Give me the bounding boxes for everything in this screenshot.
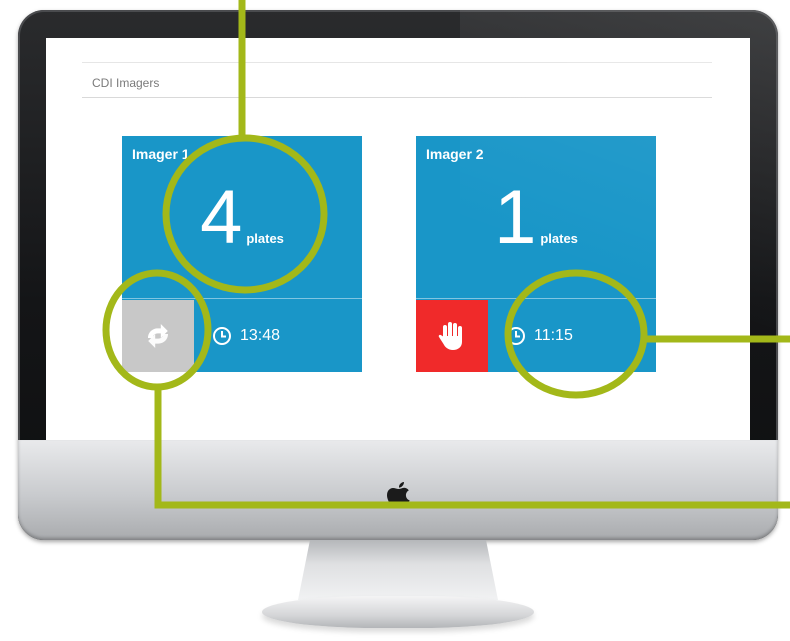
imager-name: Imager 2 (426, 146, 484, 162)
title-divider (82, 97, 712, 98)
stop-hand-icon (438, 322, 462, 350)
top-divider (82, 62, 712, 63)
apple-logo-icon (387, 482, 410, 507)
imager-tile-1[interactable]: Imager 1 4 plates 13:48 (122, 136, 362, 372)
panel-title: CDI Imagers (92, 76, 160, 90)
timer-value: 13:48 (240, 327, 281, 344)
clock-icon (213, 327, 231, 345)
timer: 13:48 (212, 300, 280, 372)
imager-name: Imager 1 (132, 146, 190, 162)
plate-count-unit: plates (540, 231, 578, 246)
plate-count: 4 plates (122, 180, 362, 256)
imager-tile-2[interactable]: Imager 2 1 plates 11:15 (416, 136, 656, 372)
refresh-icon (148, 324, 168, 348)
timer: 11:15 (506, 300, 573, 372)
clock-icon (507, 327, 525, 345)
plate-count: 1 plates (416, 180, 656, 256)
monitor-stand-base (262, 596, 534, 628)
timer-value: 11:15 (534, 327, 573, 344)
tile-divider (416, 298, 656, 299)
plate-count-value: 4 (200, 175, 243, 260)
plate-count-unit: plates (246, 231, 284, 246)
monitor-stand-neck (298, 540, 498, 600)
refresh-button[interactable] (122, 300, 194, 372)
tile-divider (122, 298, 362, 299)
plate-count-value: 1 (494, 175, 537, 260)
stop-button[interactable] (416, 300, 488, 372)
monitor-screen: CDI Imagers Imager 1 4 plates 13:48 Image… (46, 38, 750, 440)
